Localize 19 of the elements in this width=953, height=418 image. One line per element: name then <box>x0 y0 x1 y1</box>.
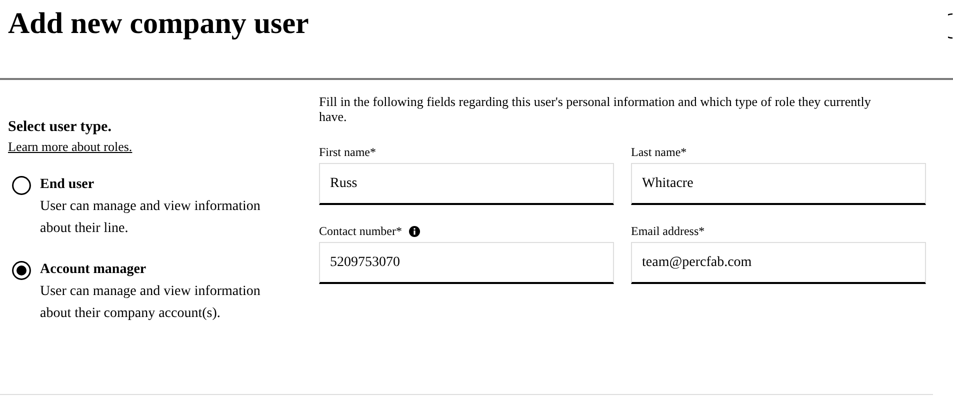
field-label: Email address* <box>631 224 705 238</box>
input-field[interactable]: Whitacre <box>631 163 926 205</box>
option-description: User can manage and view information about their line. <box>40 198 262 238</box>
page-title: Add new company user <box>8 6 309 42</box>
option-label: Account manager <box>40 261 148 279</box>
intro-text: Fill in the following fields regarding this user's personal information and which type of role they currently have. <box>319 94 872 124</box>
option-label: End user <box>40 176 96 194</box>
field-label: Last name* <box>631 145 687 159</box>
info-icon[interactable] <box>408 226 420 236</box>
option-description: User can manage and view information about their company account(s). <box>40 283 262 323</box>
field-label: First name* <box>319 145 376 159</box>
input-field[interactable]: team@percfab.com <box>631 242 926 284</box>
input-field[interactable]: Russ <box>319 163 614 205</box>
section-heading: Select user type. <box>8 118 112 136</box>
field-label: Contact number* <box>319 224 402 238</box>
radio-button[interactable] <box>12 176 31 195</box>
learn-more-link[interactable]: Learn more about roles. <box>8 139 132 155</box>
radio-button[interactable] <box>12 261 31 280</box>
input-field[interactable]: 5209753070 <box>319 242 614 284</box>
